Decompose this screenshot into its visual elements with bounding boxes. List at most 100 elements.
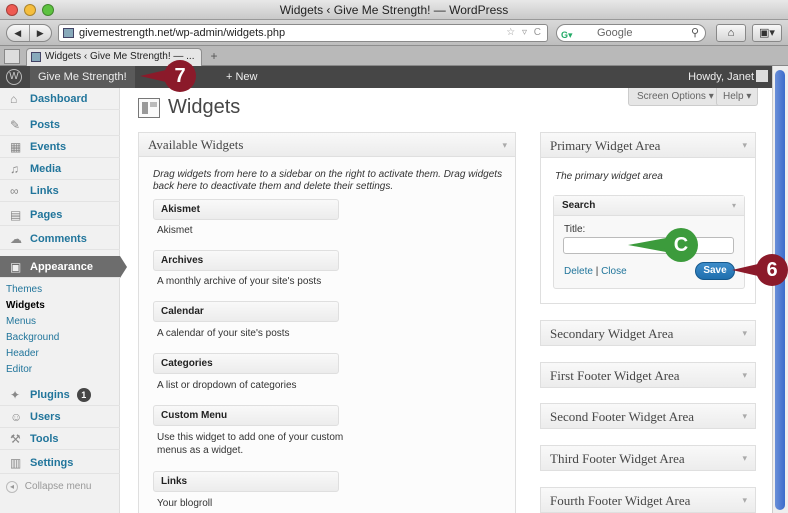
bookmark-star-icon[interactable]: ☆ ▿ C	[506, 25, 543, 41]
callout-6-pointer	[732, 264, 758, 276]
help-button[interactable]: Help ▾	[716, 88, 759, 106]
sidebar-item-label: Dashboard	[30, 93, 88, 105]
pages-icon: ▤	[10, 208, 22, 222]
site-favicon-icon	[63, 28, 74, 38]
sidebar-item-pages[interactable]: ▤ Pages	[0, 204, 120, 226]
magnifier-icon[interactable]: ⚲	[691, 25, 699, 41]
widget-description: Use this widget to add one of your custo…	[157, 432, 344, 456]
zoom-window-button[interactable]	[42, 4, 54, 16]
avatar[interactable]	[756, 70, 768, 82]
sidebar-item-label: Pages	[30, 209, 63, 221]
secondary-widget-area[interactable]: Secondary Widget Area ▾	[540, 320, 756, 346]
chevron-down-icon[interactable]: ▾	[742, 133, 747, 158]
first-footer-widget-area[interactable]: First Footer Widget Area ▾	[540, 362, 756, 388]
third-footer-widget-area[interactable]: Third Footer Widget Area ▾	[540, 445, 756, 471]
primary-widget-area-header[interactable]: Primary Widget Area ▾	[541, 133, 755, 158]
widget-area-header[interactable]: First Footer Widget Area ▾	[541, 363, 755, 388]
chevron-down-icon[interactable]: ▾	[742, 404, 747, 429]
widgets-page-icon	[138, 98, 160, 118]
widget-links[interactable]: Links	[153, 471, 339, 492]
tools-icon: ⚒	[10, 432, 21, 446]
submenu-menus[interactable]: Menus	[0, 314, 120, 330]
minimize-window-button[interactable]	[24, 4, 36, 16]
sidebar-item-links[interactable]: ∞ Links	[0, 180, 120, 202]
widget-area-header[interactable]: Second Footer Widget Area ▾	[541, 404, 755, 429]
sidebar-item-events[interactable]: ▦ Events	[0, 136, 120, 158]
collapse-menu-button[interactable]: ◂ Collapse menu	[6, 481, 92, 493]
sidebar-item-settings[interactable]: ▥ Settings	[0, 452, 120, 474]
extensions-button[interactable]: ▣▾	[752, 24, 782, 42]
search-bar[interactable]: G▾ Google ⚲	[556, 24, 706, 42]
submenu-background[interactable]: Background	[0, 330, 120, 346]
widget-custom-menu[interactable]: Custom Menu	[153, 405, 339, 426]
widget-description: Your blogroll	[157, 498, 213, 509]
links-icon: ∞	[10, 184, 19, 198]
wordpress-logo-icon[interactable]: W	[6, 69, 22, 85]
url-bar[interactable]: givemestrength.net/wp-admin/widgets.php …	[58, 24, 548, 42]
url-text: givemestrength.net/wp-admin/widgets.php	[79, 27, 286, 39]
chevron-down-icon[interactable]: ▾	[732, 196, 736, 216]
callout-step-7: 7	[164, 60, 196, 92]
widget-area-header[interactable]: Third Footer Widget Area ▾	[541, 446, 755, 471]
widget-archives[interactable]: Archives	[153, 250, 339, 271]
screen-options-button[interactable]: Screen Options ▾	[628, 88, 723, 106]
sidebar-item-label: Comments	[30, 233, 87, 245]
sidebar-item-posts[interactable]: ✎ Posts	[0, 114, 120, 136]
sidebar-item-appearance[interactable]: ▣ Appearance	[0, 256, 120, 278]
sidebar-item-dashboard[interactable]: ⌂ Dashboard	[0, 88, 120, 110]
second-footer-widget-area[interactable]: Second Footer Widget Area ▾	[540, 403, 756, 429]
delete-link[interactable]: Delete	[564, 266, 593, 277]
admin-bar-site-name[interactable]: Give Me Strength!	[30, 66, 135, 88]
chevron-down-icon[interactable]: ▾	[742, 488, 747, 513]
chevron-down-icon[interactable]: ▾	[502, 133, 507, 157]
plugins-icon: ✦	[10, 388, 21, 402]
admin-bar-howdy[interactable]: Howdy, Janet	[688, 66, 754, 88]
sidebar-item-label: Events	[30, 141, 67, 153]
available-widgets-header[interactable]: Available Widgets ▾	[139, 133, 515, 157]
admin-bar-new[interactable]: + New	[226, 66, 258, 88]
sidebar-item-label: Settings	[30, 457, 74, 469]
close-window-button[interactable]	[6, 4, 18, 16]
available-widgets-title: Available Widgets	[148, 137, 244, 152]
home-button[interactable]: ⌂	[716, 24, 746, 42]
widget-area-header[interactable]: Fourth Footer Widget Area ▾	[541, 488, 755, 513]
chevron-down-icon[interactable]: ▾	[742, 321, 747, 346]
widget-area-title: Fourth Footer Widget Area	[550, 493, 691, 508]
callout-7-pointer	[140, 70, 166, 82]
chevron-down-icon[interactable]: ▾	[742, 446, 747, 471]
sidebar-item-plugins[interactable]: ✦ Plugins 1	[0, 384, 120, 406]
close-link[interactable]: Close	[601, 266, 627, 277]
sidebar-item-users[interactable]: ☺ Users	[0, 406, 120, 428]
submenu-header[interactable]: Header	[0, 346, 120, 362]
widget-akismet[interactable]: Akismet	[153, 199, 339, 220]
widget-description: A monthly archive of your site's posts	[157, 276, 322, 287]
scrollbar-thumb[interactable]	[775, 70, 785, 510]
search-widget-header[interactable]: Search ▾	[554, 196, 744, 216]
comments-icon: ☁	[10, 232, 22, 246]
widget-area-header[interactable]: Secondary Widget Area ▾	[541, 321, 755, 346]
wp-admin-bar: W Give Me Strength! + New Howdy, Janet	[0, 66, 772, 88]
widget-description: A list or dropdown of categories	[157, 380, 297, 391]
new-tab-button[interactable]: +	[206, 49, 222, 64]
widget-categories[interactable]: Categories	[153, 353, 339, 374]
back-button[interactable]: ◀	[7, 25, 29, 41]
submenu-themes[interactable]: Themes	[0, 282, 120, 298]
window-title: Widgets ‹ Give Me Strength! — WordPress	[279, 3, 509, 17]
chevron-down-icon[interactable]: ▾	[742, 363, 747, 388]
sidebar-item-comments[interactable]: ☁ Comments	[0, 228, 120, 250]
widget-calendar[interactable]: Calendar	[153, 301, 339, 322]
sidebar-item-media[interactable]: ♫ Media	[0, 158, 120, 180]
browser-toolbar: ◀ ▶ givemestrength.net/wp-admin/widgets.…	[0, 20, 788, 46]
sidebar-item-tools[interactable]: ⚒ Tools	[0, 428, 120, 450]
plugins-update-badge: 1	[76, 388, 91, 403]
save-button[interactable]: Save	[695, 262, 735, 280]
available-widgets-description: Drag widgets from here to a sidebar on t…	[153, 169, 503, 192]
submenu-widgets[interactable]: Widgets	[0, 298, 120, 314]
settings-icon: ▥	[10, 456, 22, 470]
fourth-footer-widget-area[interactable]: Fourth Footer Widget Area ▾	[540, 487, 756, 513]
admin-sidebar: ⌂ Dashboard ✎ Posts ▦ Events ♫ Media ∞ L…	[0, 88, 120, 513]
submenu-editor[interactable]: Editor	[0, 362, 120, 378]
forward-button[interactable]: ▶	[28, 25, 52, 41]
app-tab-icon[interactable]	[4, 49, 20, 64]
widget-area-title: Third Footer Widget Area	[550, 451, 685, 466]
